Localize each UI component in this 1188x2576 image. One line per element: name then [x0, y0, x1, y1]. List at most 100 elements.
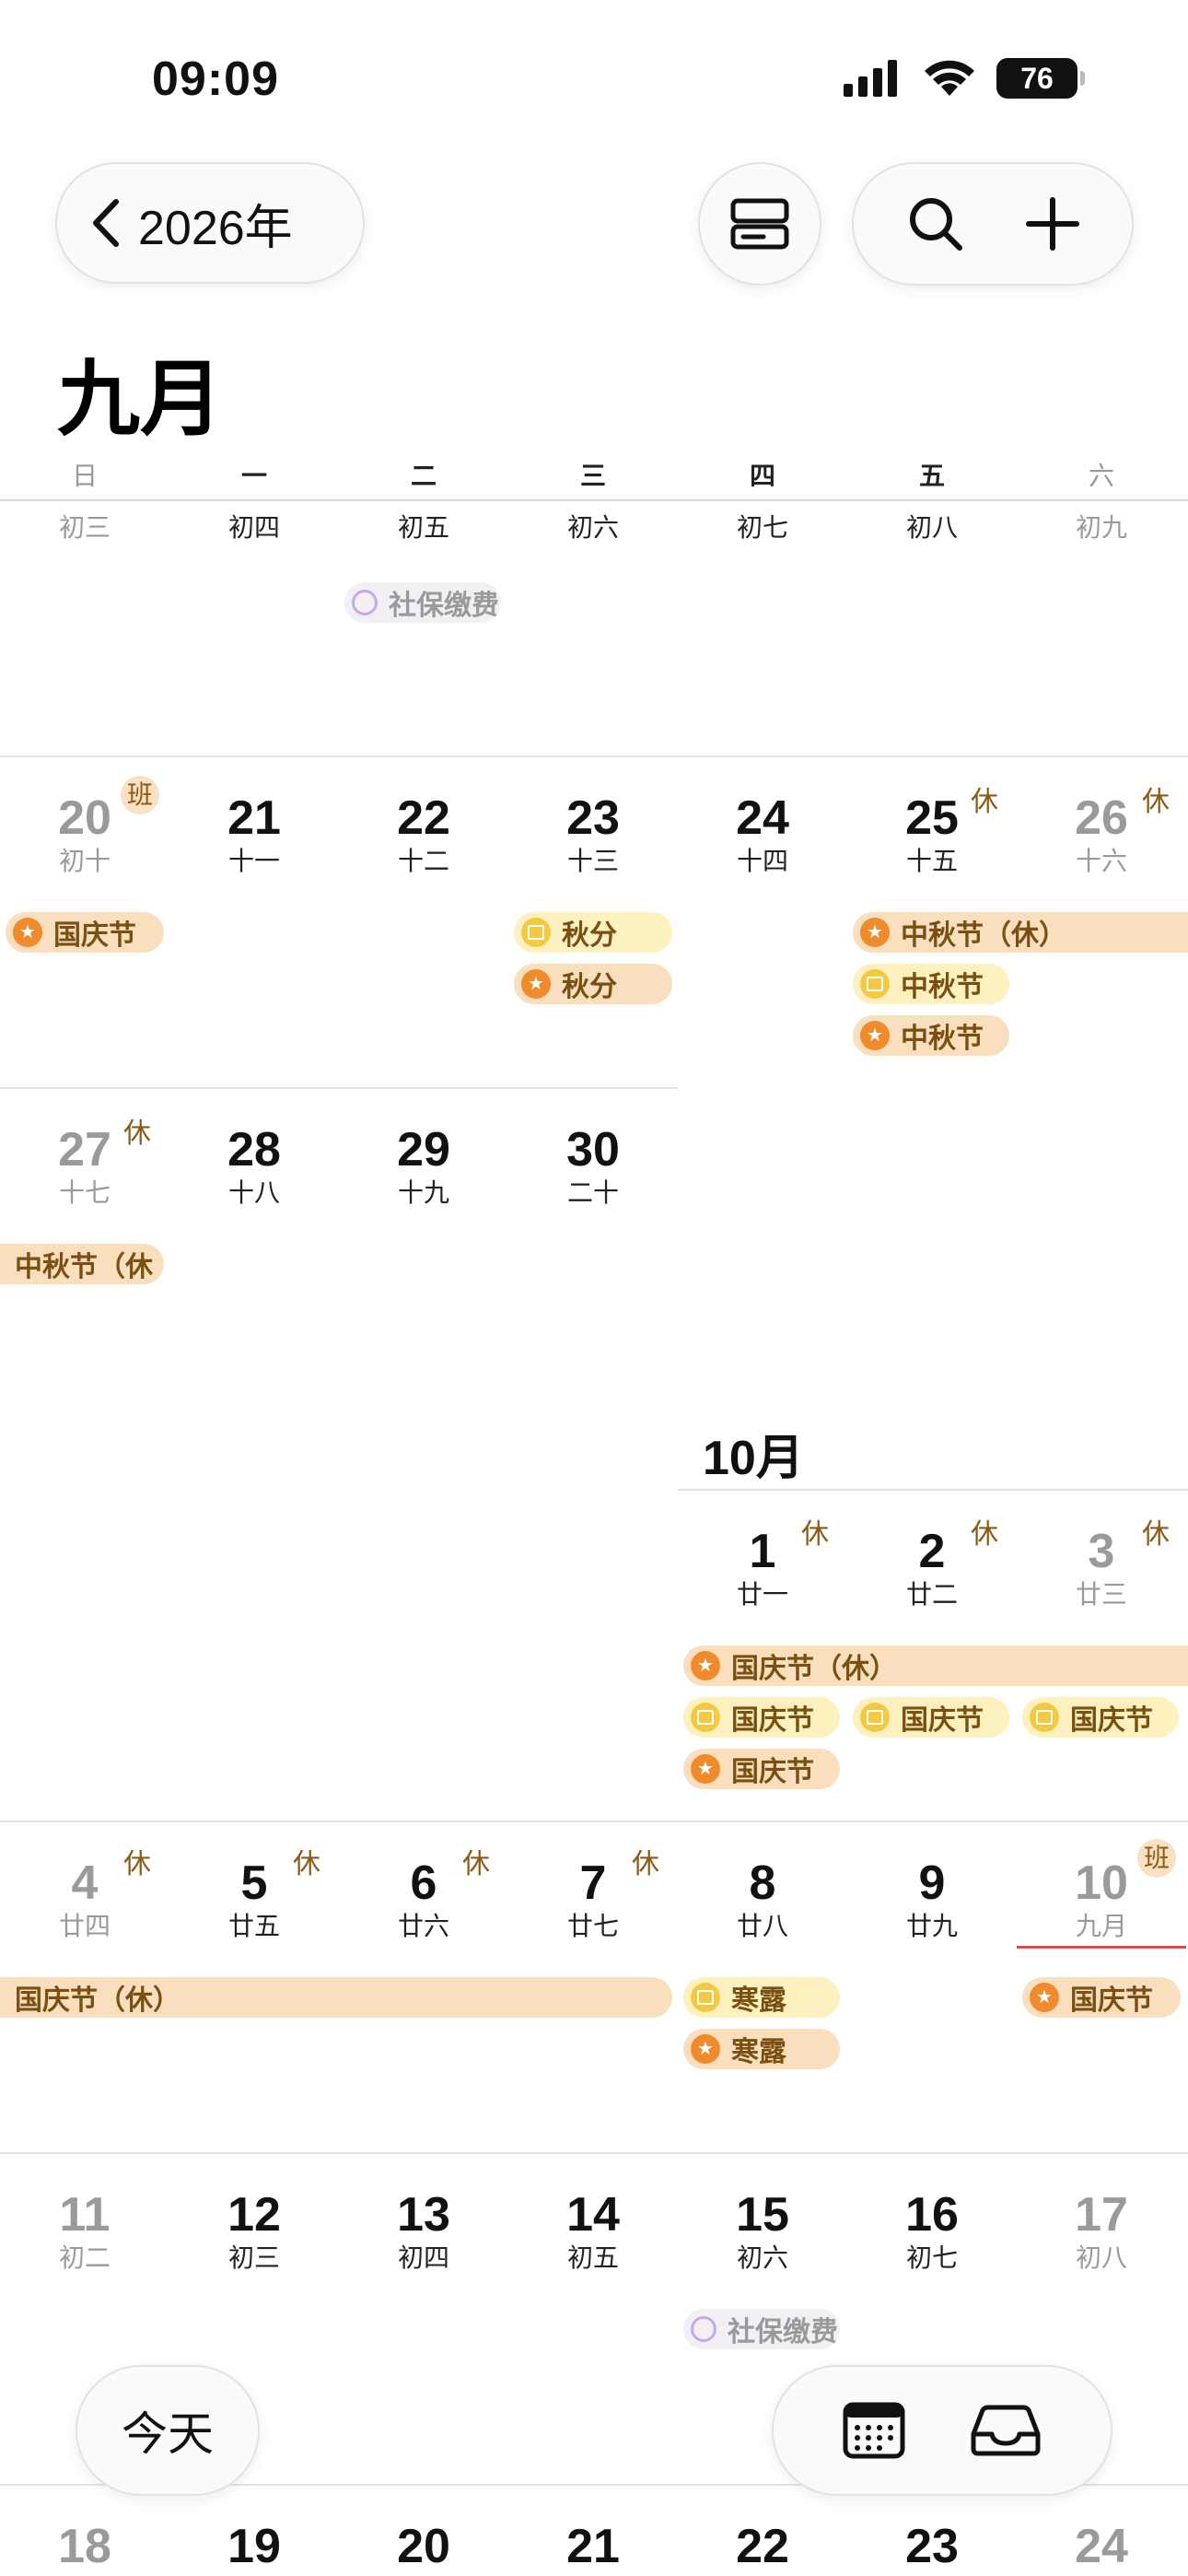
circle-icon: [691, 2316, 716, 2342]
weekday-sun: 日: [71, 462, 98, 490]
event-label: 中秋节（休）: [901, 920, 1066, 951]
event-holiday[interactable]: ★ 国庆节: [1022, 1977, 1181, 2018]
event-solar-term[interactable]: 中秋节: [853, 964, 1009, 1004]
holiday-badge: 休: [971, 787, 998, 817]
event-solar-term[interactable]: 秋分: [514, 912, 672, 953]
date-number: 23: [905, 2520, 959, 2573]
event-solar-term[interactable]: 国庆节: [1022, 1697, 1179, 1738]
weekday-header: 日 一 二 三 四 五 六: [0, 456, 1188, 502]
day-cell[interactable]: 14 初五: [508, 2187, 678, 2274]
back-to-year-button[interactable]: 2026年: [55, 162, 365, 284]
event-label: 社保缴费: [389, 591, 499, 621]
star-icon: ★: [691, 1651, 720, 1680]
day-cell[interactable]: 22 十二: [339, 790, 508, 877]
event-label: 国庆节（休）: [15, 1985, 181, 2016]
event-holiday[interactable]: ★ 国庆节: [683, 1749, 840, 1789]
date-number: 12: [227, 2188, 281, 2242]
lunar-date: 廿六: [397, 1912, 449, 1940]
lunar-date: 初五: [397, 513, 449, 542]
day-cell[interactable]: 8 廿八: [678, 1856, 847, 1942]
day-cell[interactable]: 21: [508, 2519, 678, 2574]
day-cell[interactable]: 初七: [678, 512, 847, 544]
calendar-icon: [860, 1703, 890, 1732]
lunar-date: 廿五: [227, 1912, 280, 1940]
search-add-group: [852, 162, 1134, 286]
event-label: 国庆节（休）: [731, 1654, 897, 1684]
holiday-badge: 休: [123, 1849, 151, 1879]
day-cell[interactable]: 20: [339, 2519, 508, 2574]
divider: [678, 1489, 1188, 1491]
event-holiday[interactable]: ★ 中秋节: [853, 1015, 1009, 1056]
lunar-date: 十三: [566, 847, 619, 875]
calendar-icon: [691, 1983, 720, 2012]
day-cell[interactable]: 17 初八: [1017, 2187, 1186, 2274]
today-button[interactable]: 今天: [76, 2365, 260, 2496]
event-reminder[interactable]: 社保缴费: [683, 2309, 840, 2349]
day-cell[interactable]: 23 十三: [508, 790, 678, 877]
lunar-date: 廿四: [58, 1912, 111, 1940]
event-reminder[interactable]: 社保缴费: [344, 582, 501, 623]
event-holiday[interactable]: 国庆节（休）: [0, 1977, 672, 2018]
lunar-date: 九月: [1017, 1911, 1186, 1949]
day-cell[interactable]: 初三: [0, 512, 169, 544]
divider: [0, 1821, 1188, 1822]
search-icon[interactable]: [906, 194, 965, 253]
event-solar-term[interactable]: 国庆节: [853, 1697, 1009, 1738]
divider: [0, 499, 1188, 501]
day-cell[interactable]: 初八: [847, 512, 1017, 544]
event-holiday[interactable]: 中秋节（休: [0, 1244, 164, 1284]
event-label: 中秋节（休: [15, 1252, 153, 1282]
event-label: 国庆节: [731, 1705, 814, 1736]
view-mode-button[interactable]: [698, 162, 821, 286]
day-cell[interactable]: 初九: [1017, 512, 1186, 544]
day-cell[interactable]: 初四: [169, 512, 339, 544]
event-solar-term[interactable]: 国庆节: [683, 1697, 840, 1738]
day-cell[interactable]: 29 十九: [339, 1122, 508, 1209]
date-number: 30: [566, 1123, 620, 1177]
add-icon[interactable]: [1025, 196, 1080, 252]
day-cell[interactable]: 初六: [508, 512, 678, 544]
day-cell[interactable]: 12 初三: [169, 2187, 339, 2274]
inbox-icon[interactable]: [970, 2405, 1042, 2456]
event-label: 国庆节: [1070, 1985, 1153, 2016]
day-cell[interactable]: 23: [847, 2519, 1017, 2574]
event-holiday[interactable]: ★ 中秋节（休）: [853, 912, 1188, 953]
year-label: 2026年: [138, 201, 293, 255]
day-cell[interactable]: 24 十四: [678, 790, 847, 877]
day-cell[interactable]: 28 十八: [169, 1122, 339, 1209]
day-cell[interactable]: 18: [0, 2519, 169, 2574]
calendar-icon[interactable]: [843, 2402, 905, 2459]
circle-icon: [352, 590, 378, 615]
date-number: 8: [749, 1856, 776, 1910]
lunar-date: 初四: [397, 2243, 449, 2272]
weekday-thu: 四: [749, 462, 775, 490]
event-holiday[interactable]: ★ 秋分: [514, 964, 672, 1004]
day-cell[interactable]: 初五: [339, 512, 508, 544]
event-holiday[interactable]: ★ 寒露: [683, 2029, 840, 2069]
day-cell[interactable]: 13 初四: [339, 2187, 508, 2274]
event-label: 寒露: [731, 1985, 786, 2016]
lunar-date: 廿九: [905, 1912, 958, 1940]
lunar-date: 十九: [397, 1178, 449, 1207]
event-solar-term[interactable]: 寒露: [683, 1977, 840, 2018]
star-icon: ★: [521, 969, 551, 999]
day-cell[interactable]: 11 初二: [0, 2187, 169, 2274]
day-cell[interactable]: 9 廿九: [847, 1856, 1017, 1942]
lunar-date: 廿八: [736, 1912, 788, 1940]
lunar-date: 初六: [566, 513, 619, 542]
event-label: 社保缴费: [728, 2317, 838, 2348]
lunar-date: 初十: [58, 847, 111, 875]
day-cell[interactable]: 19: [169, 2519, 339, 2574]
date-number: 28: [227, 1123, 281, 1177]
day-cell[interactable]: 16 初七: [847, 2187, 1017, 2274]
holiday-badge: 休: [1142, 1519, 1170, 1550]
day-cell[interactable]: 24: [1017, 2519, 1186, 2574]
event-holiday[interactable]: ★ 国庆节: [6, 912, 164, 953]
divider: [0, 1087, 678, 1089]
day-cell[interactable]: 15 初六: [678, 2187, 847, 2274]
day-cell[interactable]: 30 二十: [508, 1122, 678, 1209]
day-cell[interactable]: 21 十一: [169, 790, 339, 877]
day-cell[interactable]: 22: [678, 2519, 847, 2574]
event-holiday[interactable]: ★ 国庆节（休）: [683, 1645, 1188, 1686]
lunar-date: 初三: [58, 513, 111, 542]
